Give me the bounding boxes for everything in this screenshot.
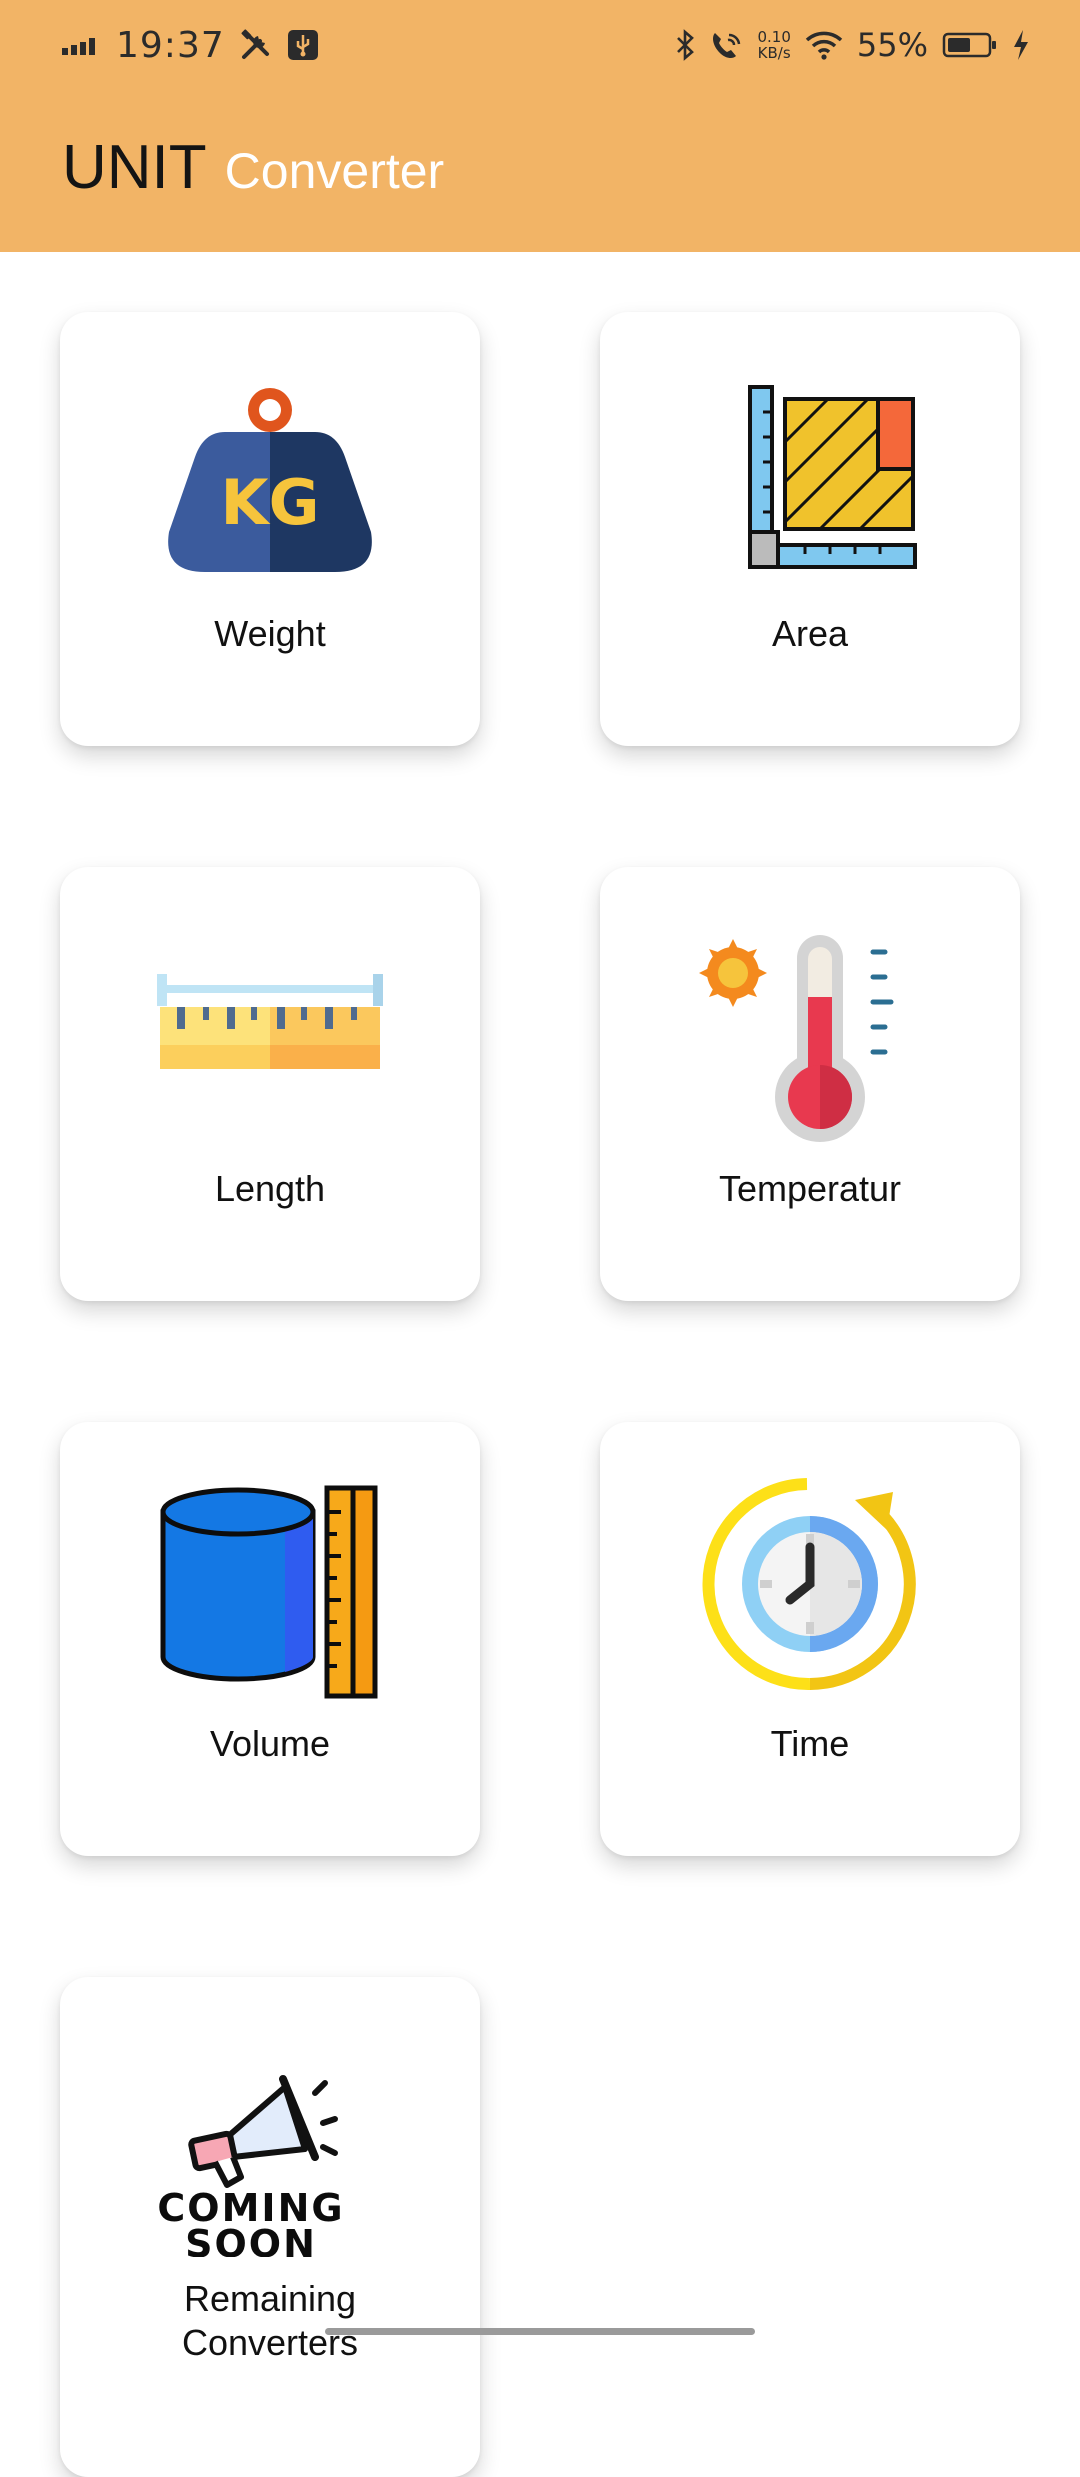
tape-ruler-icon [155,917,385,1147]
converter-label-time: Time [770,1723,850,1764]
thermometer-icon [695,917,925,1147]
svg-text:KG: KG [221,466,320,539]
converter-card-length[interactable]: Length [60,867,480,1301]
weight-kg-icon: KG [155,362,385,592]
converter-label-weight: Weight [214,613,326,654]
converter-card-temperature[interactable]: Temperatur [600,867,1020,1301]
converter-label-volume: Volume [209,1723,331,1764]
converter-card-time[interactable]: Time [600,1422,1020,1856]
converter-card-volume[interactable]: Volume [60,1422,480,1856]
converter-card-area[interactable]: Area [600,312,1020,746]
cylinder-ruler-icon [155,1472,385,1702]
clock-refresh-icon [695,1472,925,1702]
home-indicator[interactable] [325,2328,755,2335]
svg-text:SOON: SOON [185,2222,317,2257]
converter-label-length: Length [214,1168,326,1209]
converter-label-temperature: Temperatur [718,1168,902,1209]
converter-card-weight[interactable]: KG Weight [60,312,480,746]
converter-grid: KG Weight Area Length Temperatur Volume … [0,0,1080,2477]
converter-label-area: Area [771,613,849,654]
converter-label-remaining: Remaining Converters [181,2278,359,2363]
area-ruler-icon [695,362,925,592]
coming-soon-megaphone-icon: COMING SOON [155,2027,385,2257]
converter-card-remaining[interactable]: COMING SOON Remaining Converters [60,1977,480,2477]
